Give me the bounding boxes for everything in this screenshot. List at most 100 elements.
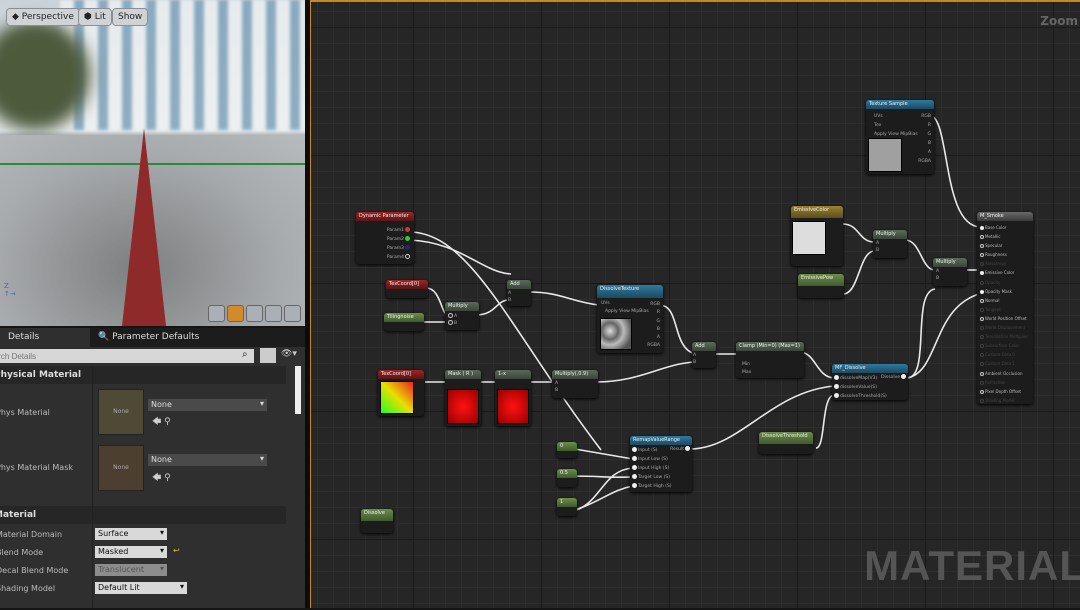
show-button[interactable]: Show — [112, 8, 149, 26]
output-pin[interactable]: Emissive Color — [979, 268, 1028, 277]
node-texcoord[interactable]: TexCoord[0] — [386, 280, 428, 298]
shading-model-dropdown[interactable]: Default Lit — [95, 582, 187, 594]
node-texcoord[interactable]: TexCoord[0] — [378, 370, 424, 416]
output-pin[interactable]: Metallic — [979, 232, 1028, 241]
lit-button[interactable]: ⬢ Lit — [78, 8, 112, 26]
output-pin[interactable]: World Displacement — [979, 323, 1028, 332]
pin[interactable] — [980, 235, 984, 240]
output-pin[interactable]: Custom Data 1 — [979, 359, 1028, 368]
phys-material-dropdown[interactable]: None — [148, 399, 267, 411]
output-pin[interactable]: Ambient Occlusion — [979, 369, 1028, 378]
pin[interactable] — [980, 262, 984, 267]
node-multiply[interactable]: Multiply A B — [445, 302, 479, 330]
search-icon[interactable]: ⌕ — [242, 349, 248, 360]
pin-red[interactable] — [405, 227, 410, 232]
scrollbar[interactable] — [295, 366, 301, 414]
pin[interactable] — [980, 289, 984, 294]
pin[interactable] — [448, 320, 453, 325]
pin[interactable] — [632, 474, 637, 479]
node-dissolve-threshold[interactable]: DissolveThreshold — [759, 432, 813, 454]
node-multiply[interactable]: Multiply(,0.9) A B — [552, 370, 598, 398]
output-pin[interactable]: Roughness — [979, 250, 1028, 259]
section-material[interactable]: Material — [0, 506, 286, 524]
pin[interactable] — [980, 298, 984, 303]
use-selected-icon[interactable]: 🡄 ⚲ — [152, 414, 171, 430]
output-pin[interactable]: Shading Model — [979, 396, 1028, 405]
node-dynamic-parameter[interactable]: Dynamic Parameter Param1 Param2 Param3 P… — [356, 212, 414, 264]
pin[interactable] — [980, 380, 984, 385]
pin[interactable] — [980, 344, 984, 349]
node-emissive-color[interactable]: EmissiveColor — [791, 206, 843, 266]
plane-icon[interactable] — [246, 305, 263, 322]
output-pin[interactable]: Anisotropy — [979, 259, 1028, 268]
node-add[interactable]: Add A B — [507, 280, 531, 306]
output-pin[interactable]: Refraction — [979, 378, 1028, 387]
pin[interactable] — [980, 371, 984, 376]
tab-details[interactable]: Details — [0, 328, 90, 347]
node-constant[interactable]: 0.5 — [557, 469, 577, 487]
pin[interactable] — [980, 353, 984, 358]
pin-green[interactable] — [405, 236, 410, 241]
reset-to-default-icon[interactable]: ↩ — [173, 546, 180, 555]
pin[interactable] — [980, 280, 984, 285]
blend-mode-dropdown[interactable]: Masked — [95, 546, 167, 558]
custom-mesh-icon[interactable] — [284, 305, 301, 322]
output-pin[interactable]: Tessellation Multiplier — [979, 332, 1028, 341]
pin-blue[interactable] — [405, 245, 410, 250]
material-domain-dropdown[interactable]: Surface — [95, 528, 167, 540]
sphere-icon[interactable] — [227, 305, 244, 322]
tab-parameter-defaults[interactable]: 🔍 Parameter Defaults — [90, 328, 207, 347]
node-emissive-pow[interactable]: EmissivePow — [798, 274, 844, 298]
node-multiply[interactable]: Multiply A B — [933, 258, 967, 286]
node-remap-value-range[interactable]: RemapValueRange Input (S) Input Low (S) In… — [630, 436, 692, 492]
pin[interactable] — [901, 374, 906, 379]
output-pin[interactable]: Subsurface Color — [979, 341, 1028, 350]
node-constant[interactable]: 0 — [557, 442, 577, 458]
node-clamp[interactable]: Clamp (Min=0) (Max=1) Min Max — [736, 342, 804, 378]
node-mf-dissolve[interactable]: MF_Dissolve dissolveMap(V3) dissolveValue… — [832, 364, 908, 400]
pin-alpha[interactable] — [405, 254, 410, 259]
use-selected-icon[interactable]: 🡄 ⚲ — [152, 470, 171, 486]
output-pin[interactable]: Base Color — [979, 223, 1028, 232]
pin[interactable] — [980, 362, 984, 367]
node-dissolve-texture[interactable]: DissolveTexture UVs Apply View MipBias R… — [597, 285, 663, 353]
node-m-smoke-output[interactable]: M_Smoke Base Color Metallic Specular Roughn… — [977, 212, 1033, 404]
output-pin[interactable]: World Position Offset — [979, 314, 1028, 323]
pin[interactable] — [685, 446, 690, 451]
node-multiply[interactable]: Multiply A B — [873, 230, 907, 258]
pin[interactable] — [980, 253, 984, 258]
columns-icon[interactable] — [260, 348, 276, 363]
pin[interactable] — [980, 244, 984, 249]
section-physical-material[interactable]: Physical Material — [0, 366, 286, 384]
output-pin[interactable]: Normal — [979, 296, 1028, 305]
pin[interactable] — [980, 335, 984, 340]
search-input[interactable] — [0, 349, 254, 363]
pin[interactable] — [980, 389, 984, 394]
cylinder-icon[interactable] — [208, 305, 225, 322]
output-pin[interactable]: Tangent — [979, 305, 1028, 314]
output-pin[interactable]: Pixel Depth Offset — [979, 387, 1028, 396]
node-texture-sample[interactable]: Texture Sample UVs Tex Apply View MipBias … — [866, 100, 934, 174]
pin[interactable] — [980, 307, 984, 312]
pin[interactable] — [980, 271, 984, 276]
material-graph[interactable]: Zoom Dynamic Parameter Param1 Param2 Par… — [310, 0, 1080, 608]
node-constant[interactable]: 1 — [557, 498, 577, 516]
pin[interactable] — [448, 313, 453, 318]
phys-material-mask-dropdown[interactable]: None — [148, 454, 267, 466]
pin[interactable] — [632, 447, 637, 452]
output-pin[interactable]: Custom Data 0 — [979, 350, 1028, 359]
perspective-button[interactable]: ◆ Perspective — [6, 8, 80, 26]
pin[interactable] — [980, 398, 984, 403]
output-pin[interactable]: Opacity Mask — [979, 287, 1028, 296]
pin[interactable] — [834, 393, 839, 398]
pin[interactable] — [632, 465, 637, 470]
eye-icon[interactable]: 👁▾ — [281, 349, 297, 359]
node-add[interactable]: Add A B — [692, 342, 716, 368]
output-pin[interactable]: Opacity — [979, 278, 1028, 287]
pin[interactable] — [980, 316, 984, 321]
node-mask-r[interactable]: Mask ( R ) — [445, 370, 481, 426]
pin[interactable] — [980, 226, 984, 230]
node-dissolve-parameter[interactable]: Dissolve — [361, 509, 393, 533]
node-tilingnoise[interactable]: Tilingnoise — [384, 313, 424, 331]
pin[interactable] — [632, 483, 637, 488]
